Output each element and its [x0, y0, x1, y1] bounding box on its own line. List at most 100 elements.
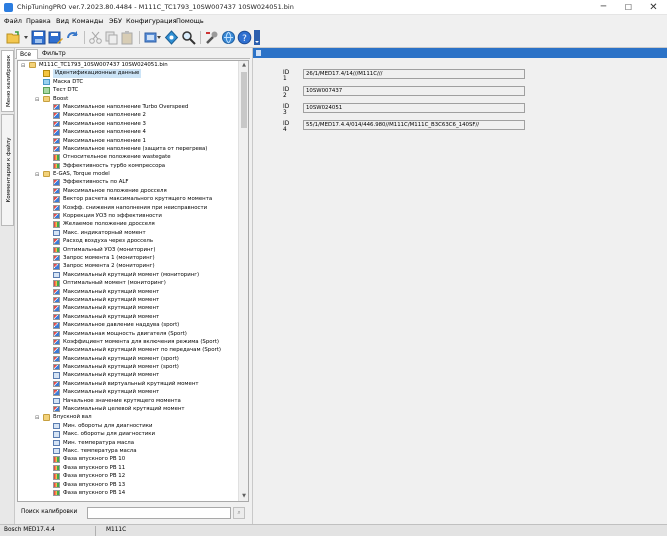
tree-item[interactable]: Максимальное наполнение 3: [18, 120, 238, 128]
tree-item[interactable]: Максимальный целевой крутящий момент: [18, 405, 238, 413]
tab-all[interactable]: Все: [16, 49, 38, 59]
tree-item[interactable]: Фаза впускного РВ 11: [18, 464, 238, 472]
tree-item[interactable]: Эффективность по ALF: [18, 178, 238, 186]
minimize-button[interactable]: ─: [591, 0, 616, 15]
tree-folder[interactable]: ⊟ Boost: [18, 95, 238, 103]
maximize-button[interactable]: ☐: [616, 0, 641, 15]
menu-config[interactable]: Конфигурация: [126, 17, 177, 25]
tree-item[interactable]: Фаза впускного РВ 13: [18, 481, 238, 489]
tree-folder[interactable]: ⊟ Впускной вал: [18, 413, 238, 421]
tree-item[interactable]: Максимальный крутящий момент: [18, 304, 238, 312]
tree-item[interactable]: Максимальный крутящий момент (sport): [18, 355, 238, 363]
val-icon: [53, 422, 60, 430]
tree-item[interactable]: Относительное положение wastegate: [18, 153, 238, 161]
scroll-down-icon[interactable]: ▼: [239, 492, 248, 501]
tree-item[interactable]: Вектор расчета максимального крутящего м…: [18, 195, 238, 203]
tree-item[interactable]: Максимальный крутящий момент: [18, 296, 238, 304]
map-icon: [53, 129, 60, 136]
search-icon[interactable]: [181, 30, 196, 45]
search-button[interactable]: ⌕: [233, 507, 245, 519]
online-update-icon[interactable]: [221, 30, 236, 45]
tree-item[interactable]: Максимальный крутящий момент (sport): [18, 363, 238, 371]
tree-item[interactable]: Коррекция УОЗ по эффективности: [18, 212, 238, 220]
tree-item[interactable]: Максимальный крутящий момент (мониторинг…: [18, 271, 238, 279]
tree-item[interactable]: Максимальная мощность двигателя (Sport): [18, 330, 238, 338]
tree-item[interactable]: Максимальный виртуальный крутящий момент: [18, 380, 238, 388]
map-icon: [53, 196, 60, 203]
menu-edit[interactable]: Правка: [26, 17, 51, 25]
tree-item-label: Максимальное давление наддува (sport): [63, 322, 180, 329]
tree-item[interactable]: Максимальный крутящий момент: [18, 313, 238, 321]
open-folder-icon[interactable]: [6, 30, 21, 45]
tools-icon[interactable]: [204, 30, 219, 45]
tab-filter[interactable]: Фильтр: [39, 49, 69, 59]
map-icon: [53, 187, 60, 195]
menu-file[interactable]: Файл: [4, 17, 22, 25]
id-field[interactable]: 10SW024051: [303, 103, 525, 113]
menu-view[interactable]: Вид: [56, 17, 69, 25]
tree-item[interactable]: Максимальный крутящий момент: [18, 388, 238, 396]
tree-item[interactable]: Эффективность турбо компрессора: [18, 162, 238, 170]
tree-item[interactable]: Оптимальный УОЗ (мониторинг): [18, 246, 238, 254]
tree-item[interactable]: Максимальное наполнение 1: [18, 137, 238, 145]
tree-scrollbar[interactable]: ▲ ▼: [238, 61, 248, 501]
tree-item[interactable]: Тест DTC: [18, 86, 238, 94]
calibration-tree[interactable]: ⊟ M111C_TC1793_10SW007437 10SW024051.bin И…: [18, 61, 238, 501]
toolbar-overflow-icon[interactable]: [254, 30, 260, 45]
tree-item[interactable]: Максимальное наполнение 4: [18, 128, 238, 136]
scroll-thumb[interactable]: [241, 72, 247, 128]
tab-file-comments[interactable]: Комментарии к файлу: [1, 114, 14, 226]
folder-icon: [43, 171, 50, 178]
id-field[interactable]: 10SW007437: [303, 86, 525, 96]
tree-folder[interactable]: ⊟ M111C_TC1793_10SW007437 10SW024051.bin: [18, 61, 238, 69]
tree-item[interactable]: Желаемое положение дросселя: [18, 220, 238, 228]
tree-item-label: Макс. индикаторный момент: [63, 229, 146, 236]
tree-item[interactable]: Фаза впускного РВ 10: [18, 455, 238, 463]
save-as-icon[interactable]: [48, 30, 63, 45]
copy-icon[interactable]: [104, 30, 119, 45]
paste-icon[interactable]: [120, 30, 135, 45]
map-icon: [53, 179, 60, 186]
tree-item[interactable]: Максимальное положение дросселя: [18, 187, 238, 195]
tree-item[interactable]: Мин. температура масла: [18, 439, 238, 447]
tree-item[interactable]: Расход воздуха через дроссель: [18, 237, 238, 245]
menu-ecu[interactable]: ЭБУ: [109, 17, 122, 25]
save-icon[interactable]: [31, 30, 46, 45]
tree-item[interactable]: Макс. индикаторный момент: [18, 229, 238, 237]
tree-item[interactable]: Максимальное наполнение 2: [18, 111, 238, 119]
tree-item[interactable]: Максимальный крутящий момент: [18, 371, 238, 379]
tree-item[interactable]: Начальное значение крутящего момента: [18, 397, 238, 405]
checksum-icon[interactable]: [164, 30, 179, 45]
tree-item[interactable]: Мин. обороты для диагностики: [18, 422, 238, 430]
close-button[interactable]: ✕: [641, 0, 666, 15]
tree-item-label: Фаза впускного РВ 12: [63, 473, 126, 480]
search-input[interactable]: [87, 507, 231, 519]
refresh-icon[interactable]: [65, 30, 80, 45]
cut-icon[interactable]: [88, 30, 103, 45]
scroll-up-icon[interactable]: ▲: [239, 61, 248, 70]
tab-calibration-menu[interactable]: Меню калибровок: [1, 50, 14, 112]
tree-item[interactable]: Макс. температура масла: [18, 447, 238, 455]
tree-item[interactable]: Максимальный крутящий момент по передача…: [18, 346, 238, 354]
menu-help[interactable]: Помощь: [176, 17, 204, 25]
tree-item[interactable]: Коэфф. снижения наполнения при неисправн…: [18, 204, 238, 212]
tree-item[interactable]: Максимальный крутящий момент: [18, 288, 238, 296]
tree-item[interactable]: Идентификационные данные: [18, 69, 238, 78]
tree-item[interactable]: Оптимальный момент (мониторинг): [18, 279, 238, 287]
tree-item[interactable]: Фаза впускного РВ 12: [18, 472, 238, 480]
tree-item[interactable]: Маска DTC: [18, 78, 238, 86]
tree-folder[interactable]: ⊟ E-GAS, Torque model: [18, 170, 238, 178]
menu-commands[interactable]: Команды: [72, 17, 103, 25]
tree-item[interactable]: Запрос момента 1 (мониторинг): [18, 254, 238, 262]
tree-item[interactable]: Максимальное давление наддува (sport): [18, 321, 238, 329]
tree-item[interactable]: Максимальное наполнение (защита от перег…: [18, 145, 238, 153]
id-field[interactable]: 26/1/MED17.4/14///M111C///: [303, 69, 525, 79]
tree-item[interactable]: Максимальное наполнение Turbo Overspeed: [18, 103, 238, 111]
tree-item[interactable]: Фаза впускного РВ 14: [18, 489, 238, 497]
tree-item[interactable]: Запрос момента 2 (мониторинг): [18, 262, 238, 270]
help-icon[interactable]: ?: [237, 30, 252, 45]
status-engine: M111C: [106, 527, 127, 533]
id-field[interactable]: 55/1/MED17.4.4/014/446.980//M111C/M111C_…: [303, 120, 525, 130]
tree-item[interactable]: Коэффициент момента для включения режима…: [18, 338, 238, 346]
tree-item[interactable]: Макс. обороты для диагностики: [18, 430, 238, 438]
